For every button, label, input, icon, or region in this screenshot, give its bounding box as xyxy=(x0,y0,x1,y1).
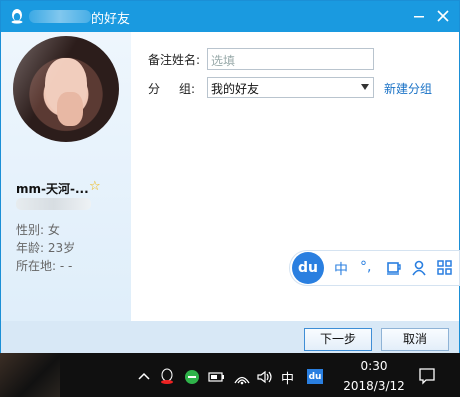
nickname: mm-天河-... xyxy=(16,182,89,196)
wifi-icon[interactable] xyxy=(233,369,251,385)
blurred-account xyxy=(16,198,91,210)
next-button[interactable]: 下一步 xyxy=(304,328,372,351)
close-button[interactable] xyxy=(433,7,453,25)
minimize-button[interactable] xyxy=(409,7,429,25)
baidu-ime-tray-icon[interactable]: du xyxy=(307,369,323,384)
gender-text: 性别: 女 xyxy=(16,223,60,237)
window-title: 的好友 xyxy=(91,12,131,27)
group-label-a: 分 xyxy=(148,82,161,96)
clock-date[interactable]: 2018/3/12 xyxy=(338,379,410,393)
title-bar[interactable]: 的好友 xyxy=(1,1,459,32)
battery-icon[interactable] xyxy=(208,370,226,384)
chevron-up-icon[interactable] xyxy=(138,371,150,381)
remark-label: 备注姓名: xyxy=(148,53,201,67)
chevron-down-icon xyxy=(361,84,369,90)
ime-language-indicator[interactable]: 中 xyxy=(281,368,294,387)
group-select[interactable]: 我的好友 xyxy=(207,77,374,98)
ime-toolbar[interactable]: du 中 °, xyxy=(289,250,460,286)
avatar[interactable] xyxy=(13,36,119,142)
notification-icon[interactable] xyxy=(418,367,436,385)
star-icon: ☆ xyxy=(89,179,101,194)
person-icon[interactable] xyxy=(411,260,427,276)
add-friend-window: 的好友 mm-天河-... ☆ 性别: 女 年龄: 23岁 所在地: - - 备… xyxy=(0,0,460,354)
blurred-name xyxy=(29,10,91,23)
cup-icon[interactable] xyxy=(386,260,402,276)
ime-mode-toggle[interactable]: 中 xyxy=(334,259,348,279)
clock-time[interactable]: 0:30 xyxy=(346,359,402,373)
grid-icon[interactable] xyxy=(437,260,453,276)
cancel-button[interactable]: 取消 xyxy=(381,328,449,351)
minimize-icon xyxy=(414,16,424,18)
taskbar-app-thumbnail[interactable] xyxy=(0,353,60,397)
green-app-icon[interactable] xyxy=(184,369,200,385)
new-group-link[interactable]: 新建分组 xyxy=(384,80,432,97)
location-text: 所在地: - - xyxy=(16,259,73,273)
volume-icon[interactable] xyxy=(256,369,274,385)
age-text: 年龄: 23岁 xyxy=(16,241,76,255)
remark-input[interactable]: 选填 xyxy=(207,48,374,70)
group-label-b: 组: xyxy=(179,82,196,96)
group-select-value: 我的好友 xyxy=(211,82,260,96)
qq-penguin-icon xyxy=(11,9,23,24)
baidu-ime-logo-icon[interactable]: du xyxy=(292,252,324,284)
ime-punct-toggle[interactable]: °, xyxy=(360,259,371,275)
qq-tray-icon[interactable] xyxy=(159,368,175,386)
close-icon xyxy=(437,10,449,22)
